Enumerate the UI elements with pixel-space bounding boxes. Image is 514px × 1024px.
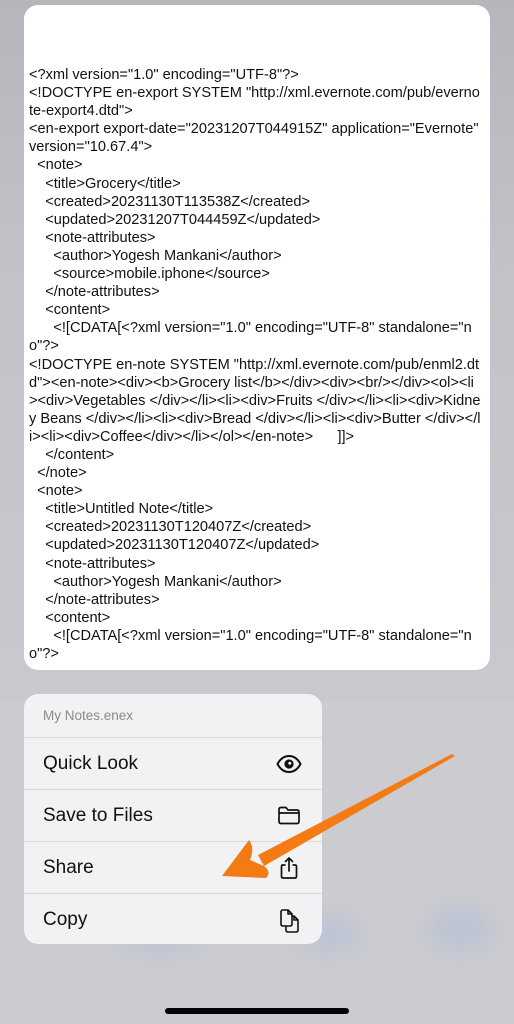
- menu-item-share[interactable]: Share: [24, 842, 322, 894]
- xml-line: <author>Yogesh Mankani</author>: [29, 247, 282, 264]
- xml-content: <?xml version="1.0" encoding="UTF-8"?> <!…: [29, 66, 482, 663]
- menu-item-label: Quick Look: [43, 752, 139, 774]
- xml-line: <content>: [29, 609, 111, 626]
- xml-line: <source>mobile.iphone</source>: [29, 266, 270, 283]
- xml-line: </note-attributes>: [29, 591, 160, 608]
- xml-line: <!DOCTYPE en-note SYSTEM "http://xml.eve…: [29, 356, 481, 445]
- xml-line: <content>: [29, 302, 111, 319]
- xml-line: <note-attributes>: [29, 229, 156, 246]
- xml-line: <en-export export-date="20231207T044915Z…: [29, 121, 483, 156]
- menu-item-save-to-files[interactable]: Save to Files: [24, 790, 322, 842]
- menu-item-label: Save to Files: [43, 804, 153, 826]
- menu-item-label: Share: [43, 856, 94, 878]
- xml-line: <note>: [29, 483, 83, 500]
- menu-item-copy[interactable]: Copy: [24, 894, 322, 944]
- xml-line: <?xml version="1.0" encoding="UTF-8"?>: [29, 67, 299, 83]
- xml-line: <note-attributes>: [29, 555, 156, 572]
- xml-line: <![CDATA[<?xml version="1.0" encoding="U…: [29, 627, 472, 662]
- xml-line: <![CDATA[<?xml version="1.0" encoding="U…: [29, 320, 472, 355]
- xml-line: <!DOCTYPE en-export SYSTEM "http://xml.e…: [29, 85, 480, 120]
- background-blur: [430, 910, 490, 950]
- menu-item-quick-look[interactable]: Quick Look: [24, 738, 322, 790]
- xml-line: <note>: [29, 157, 83, 174]
- xml-line: <title>Untitled Note</title>: [29, 501, 214, 518]
- menu-file-name: My Notes.enex: [24, 694, 322, 738]
- file-preview: <?xml version="1.0" encoding="UTF-8"?> <!…: [24, 5, 490, 670]
- xml-line: </note-attributes>: [29, 284, 160, 301]
- xml-line: <created>20231130T113538Z</created>: [29, 193, 311, 210]
- eye-icon: [276, 751, 302, 777]
- share-icon: [276, 855, 302, 881]
- xml-line: <author>Yogesh Mankani</author>: [29, 573, 282, 590]
- folder-icon: [276, 803, 302, 829]
- xml-line: <updated>20231207T044459Z</updated>: [29, 211, 321, 228]
- home-indicator[interactable]: [165, 1008, 349, 1014]
- context-menu: My Notes.enex Quick Look Save to Files S…: [24, 694, 322, 944]
- xml-line: <title>Grocery</title>: [29, 175, 181, 192]
- xml-line: <updated>20231130T120407Z</updated>: [29, 537, 320, 554]
- xml-line: </note>: [29, 465, 87, 482]
- copy-icon: [276, 907, 302, 933]
- menu-item-label: Copy: [43, 909, 88, 930]
- xml-line: </content>: [29, 446, 115, 463]
- xml-line: <created>20231130T120407Z</created>: [29, 519, 312, 536]
